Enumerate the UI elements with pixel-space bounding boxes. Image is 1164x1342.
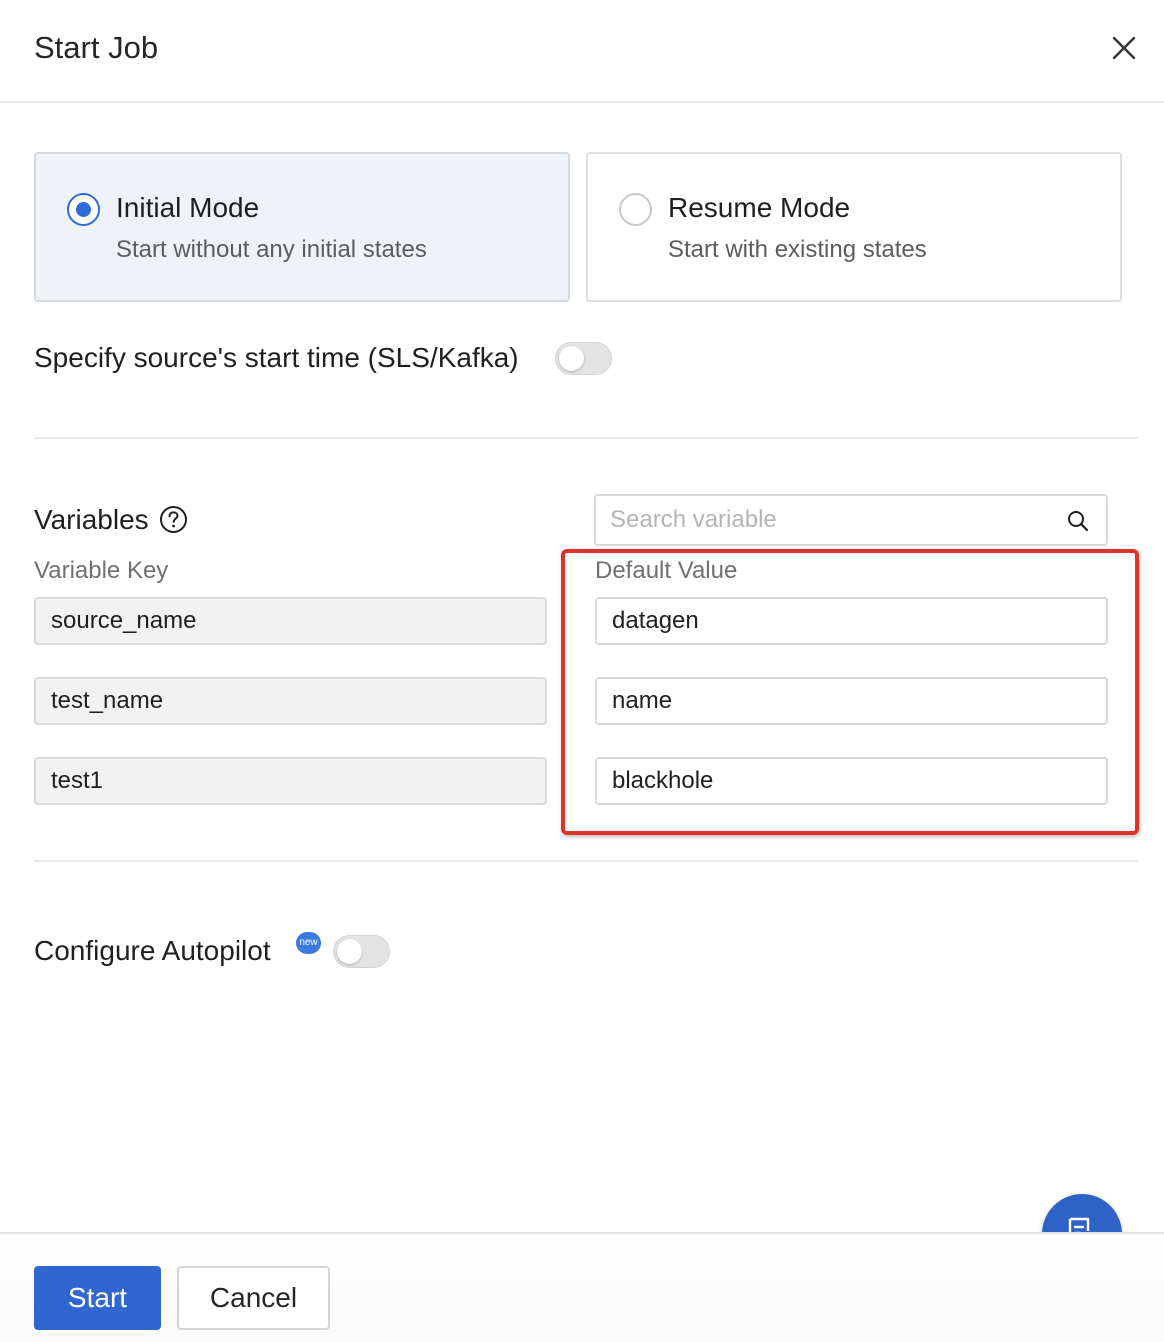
variable-key-field: test1 [34, 757, 547, 805]
variables-title: Variables [34, 504, 149, 535]
variable-search-box[interactable] [594, 494, 1108, 546]
resume-mode-title: Resume Mode [668, 192, 851, 223]
resume-mode-radio[interactable] [619, 193, 652, 226]
variable-key-field: test_name [34, 677, 547, 725]
dialog-footer [0, 1232, 1164, 1342]
dialog-title: Start Job [34, 30, 159, 65]
initial-mode-card[interactable]: Initial Mode Start without any initial s… [34, 152, 570, 302]
initial-mode-description: Start without any initial states [116, 236, 427, 263]
search-input[interactable] [610, 504, 1050, 536]
close-icon[interactable] [1106, 30, 1142, 66]
dialog-header: Start Job [0, 0, 1164, 103]
default-value-header: Default Value [595, 557, 738, 584]
help-icon[interactable] [159, 505, 188, 534]
initial-mode-radio[interactable] [67, 193, 100, 226]
cancel-button[interactable]: Cancel [177, 1266, 330, 1330]
new-badge: new [296, 932, 321, 954]
search-icon[interactable] [1066, 509, 1090, 533]
default-value-input[interactable]: blackhole [595, 757, 1108, 805]
autopilot-label: Configure Autopilot [34, 935, 271, 966]
default-value-input[interactable]: datagen [595, 597, 1108, 645]
divider [34, 437, 1138, 439]
start-button[interactable]: Start [34, 1266, 161, 1330]
variable-key-header: Variable Key [34, 557, 169, 584]
initial-mode-title: Initial Mode [116, 192, 260, 223]
resume-mode-card[interactable]: Resume Mode Start with existing states [586, 152, 1122, 302]
autopilot-toggle[interactable] [333, 935, 390, 968]
default-value-input[interactable]: name [595, 677, 1108, 725]
variable-key-field: source_name [34, 597, 547, 645]
source-start-time-toggle[interactable] [555, 342, 612, 375]
source-start-time-label: Specify source's start time (SLS/Kafka) [34, 342, 519, 373]
resume-mode-description: Start with existing states [668, 236, 927, 263]
divider [34, 860, 1138, 862]
